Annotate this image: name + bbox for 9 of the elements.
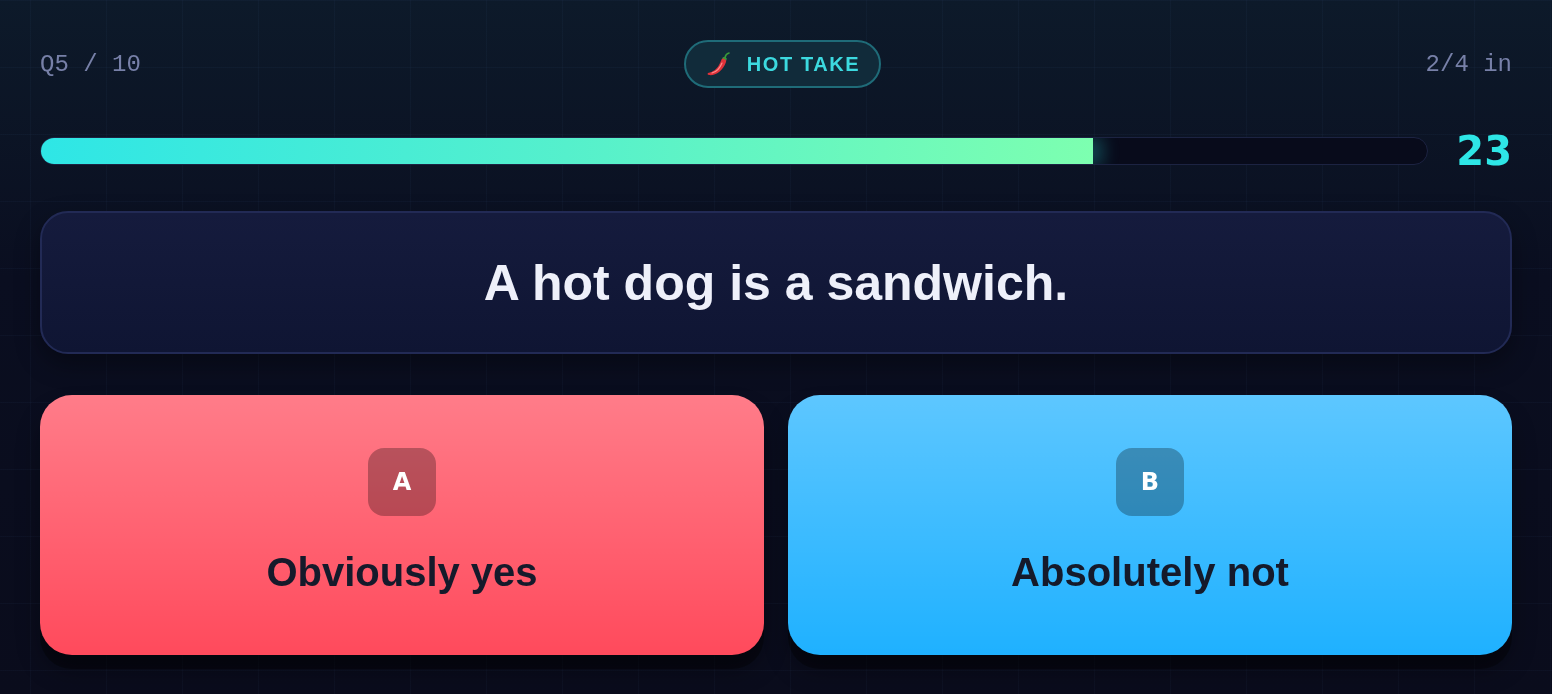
- answer-option-button[interactable]: A Obviously yes: [40, 395, 764, 655]
- answered-count: 2/4 in: [1425, 50, 1512, 78]
- category-label: HOT TAKE: [746, 52, 861, 76]
- letter-badge: A: [368, 447, 436, 516]
- question-counter: Q5 / 10: [40, 50, 141, 78]
- letter-badge: B: [1116, 447, 1184, 516]
- answer-option-button[interactable]: B Absolutely not: [788, 395, 1512, 655]
- timer-seconds: 23: [1456, 131, 1512, 171]
- question-text: A hot dog is a sandwich.: [483, 253, 1069, 312]
